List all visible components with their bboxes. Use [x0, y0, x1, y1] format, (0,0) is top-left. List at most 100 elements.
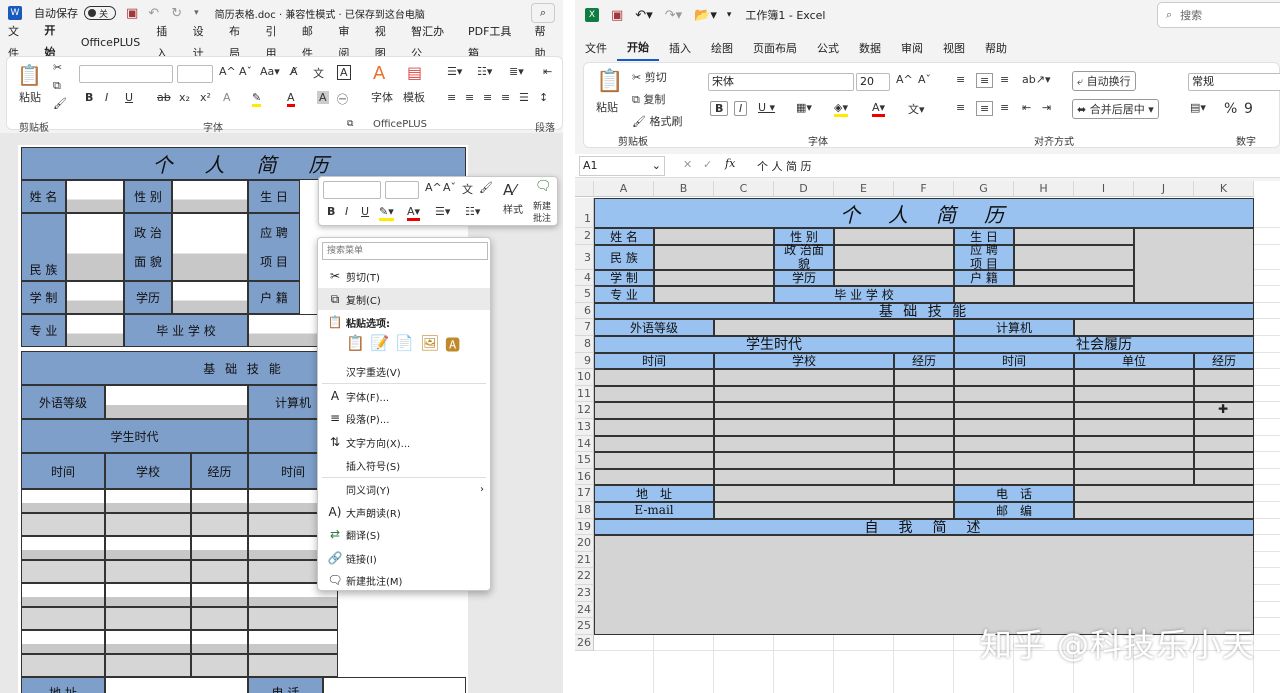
label-ethnic[interactable]: 民 族 [21, 213, 66, 281]
menu-text-direction[interactable]: ⇅ 文字方向(X)... [318, 431, 490, 453]
column-header[interactable]: E [834, 181, 894, 197]
word-table-cell[interactable] [21, 606, 105, 630]
cell-address-value[interactable] [714, 485, 954, 502]
mini-bullets-icon[interactable]: ☰▾ [435, 205, 450, 218]
label-address[interactable]: 地 址 [21, 677, 105, 693]
cell-birth-value[interactable] [1014, 228, 1134, 245]
cell-history[interactable] [1074, 452, 1194, 469]
cell-time-2[interactable]: 时间 [954, 352, 1074, 370]
cell-degree-value[interactable] [834, 269, 954, 287]
word-table-cell[interactable] [248, 630, 338, 654]
justify-icon[interactable]: ≡ [501, 91, 510, 104]
font-size-combo[interactable] [177, 65, 213, 83]
char-shading-icon[interactable]: A [317, 91, 329, 104]
cell-politics-value[interactable] [834, 244, 954, 270]
row-header[interactable]: 7 [575, 319, 594, 336]
cell-gender-value[interactable] [834, 228, 954, 245]
cell-huji-label[interactable]: 户 籍 [954, 269, 1014, 287]
row-header[interactable]: 22 [575, 568, 594, 585]
row-header[interactable]: 8 [575, 336, 594, 353]
cell-apply-label[interactable]: 应 聘项 目 [954, 243, 1014, 271]
cell-history[interactable] [894, 369, 954, 386]
label-gender[interactable]: 性 别 [124, 180, 172, 213]
tab-insert[interactable]: 插入 [659, 38, 701, 60]
font-name-combo[interactable] [79, 65, 173, 83]
label-name[interactable]: 姓 名 [21, 180, 66, 213]
cell-history[interactable] [954, 435, 1074, 453]
redo-icon[interactable]: ↻ [171, 6, 182, 21]
cell-self-label[interactable]: 自 我 简 述 [594, 518, 1254, 536]
increase-indent-icon[interactable]: ⇥ [1042, 101, 1051, 114]
orientation-icon[interactable]: ab↗▾ [1022, 73, 1050, 86]
shrink-font-icon[interactable]: Aˇ [918, 73, 931, 86]
col-exp[interactable]: 经历 [191, 453, 248, 489]
label-politics[interactable]: 政 治面 貌 [124, 213, 172, 281]
cell-apply-value[interactable] [1014, 244, 1134, 270]
customize-qat-icon[interactable]: ▾ [194, 8, 199, 18]
cell-unit[interactable]: 单位 [1074, 352, 1194, 370]
cell-name-label[interactable]: 姓 名 [594, 228, 654, 245]
row-header[interactable]: 23 [575, 585, 594, 602]
align-center-icon[interactable]: ≡ [976, 101, 994, 116]
paste-merge-icon[interactable]: 📝 [371, 334, 390, 358]
word-table-cell[interactable] [248, 606, 338, 630]
cell-history[interactable] [1194, 452, 1254, 469]
column-header[interactable]: A [594, 181, 654, 197]
menu-font[interactable]: A 字体(F)... [318, 385, 490, 407]
word-table-cell[interactable] [105, 559, 191, 583]
row-header[interactable]: 18 [575, 502, 594, 519]
highlight-icon[interactable]: ✎ [252, 91, 262, 107]
wrap-text-button[interactable]: ⤶ 自动换行 [1072, 71, 1136, 91]
name-box[interactable]: A1 ⌄ [579, 156, 665, 176]
mini-italic-icon[interactable]: I [345, 205, 348, 218]
word-table-cell[interactable] [191, 630, 248, 654]
cell-address-label[interactable]: 地 址 [594, 485, 714, 502]
italic-icon[interactable]: I [734, 101, 748, 116]
label-birth[interactable]: 生 日 [248, 180, 300, 213]
font-color-icon[interactable]: A [287, 91, 295, 107]
cell-history[interactable] [954, 419, 1074, 436]
cell-title[interactable]: 个 人 简 历 [594, 198, 1254, 228]
cell-history[interactable] [1194, 419, 1254, 436]
line-spacing-icon[interactable]: ↕ [539, 91, 548, 104]
context-search-input[interactable] [322, 242, 488, 260]
tab-data[interactable]: 数据 [849, 38, 891, 60]
row-header[interactable]: 3 [575, 244, 594, 270]
cell-degree-value[interactable] [172, 281, 248, 314]
label-degree[interactable]: 学历 [124, 281, 172, 314]
section-student[interactable]: 学生时代 [21, 419, 248, 453]
autosave-toggle[interactable]: 关 [84, 6, 116, 20]
word-table-cell[interactable] [21, 559, 105, 583]
word-table-cell[interactable] [21, 536, 105, 560]
cell-history[interactable] [594, 369, 714, 386]
mini-font-combo[interactable] [323, 181, 381, 199]
label-phone[interactable]: 电 话 [248, 677, 323, 693]
row-header[interactable]: 2 [575, 228, 594, 245]
cut-button[interactable]: ✂ 剪切 [632, 69, 667, 85]
cell-ethnic-value[interactable] [654, 244, 774, 270]
paste-keep-text-icon[interactable]: 🅰 [445, 334, 460, 358]
superscript-icon[interactable]: x² [200, 91, 211, 104]
word-table-cell[interactable] [21, 653, 105, 677]
word-table-cell[interactable] [105, 630, 191, 654]
merge-center-button[interactable]: ⬌ 合并后居中 ▾ [1072, 99, 1159, 119]
align-right-icon[interactable]: ≡ [1000, 101, 1009, 114]
strikethrough-icon[interactable]: ab [157, 91, 171, 104]
format-painter-icon[interactable]: 🖌 [53, 97, 67, 110]
bold-icon[interactable]: B [710, 101, 729, 116]
grow-font-icon[interactable]: A^ [219, 65, 236, 78]
tab-page-layout[interactable]: 页面布局 [743, 38, 807, 60]
mini-size-combo[interactable] [385, 181, 419, 199]
word-table-cell[interactable] [21, 583, 105, 607]
cell-history[interactable] [954, 468, 1074, 486]
word-table-cell[interactable] [105, 606, 191, 630]
col-school[interactable]: 学校 [105, 453, 191, 489]
menu-synonym[interactable]: 同义词(Y) › [318, 478, 490, 500]
paste-icon[interactable]: 📋 [596, 69, 623, 94]
cell-phone-value[interactable] [1074, 485, 1254, 502]
cell-history[interactable] [1194, 385, 1254, 403]
decrease-indent-icon[interactable]: ⇤ [1022, 101, 1031, 114]
cell-computer-label[interactable]: 计算机 [954, 319, 1074, 336]
multilevel-icon[interactable]: ≣▾ [509, 65, 524, 78]
cell-history[interactable] [1194, 435, 1254, 453]
